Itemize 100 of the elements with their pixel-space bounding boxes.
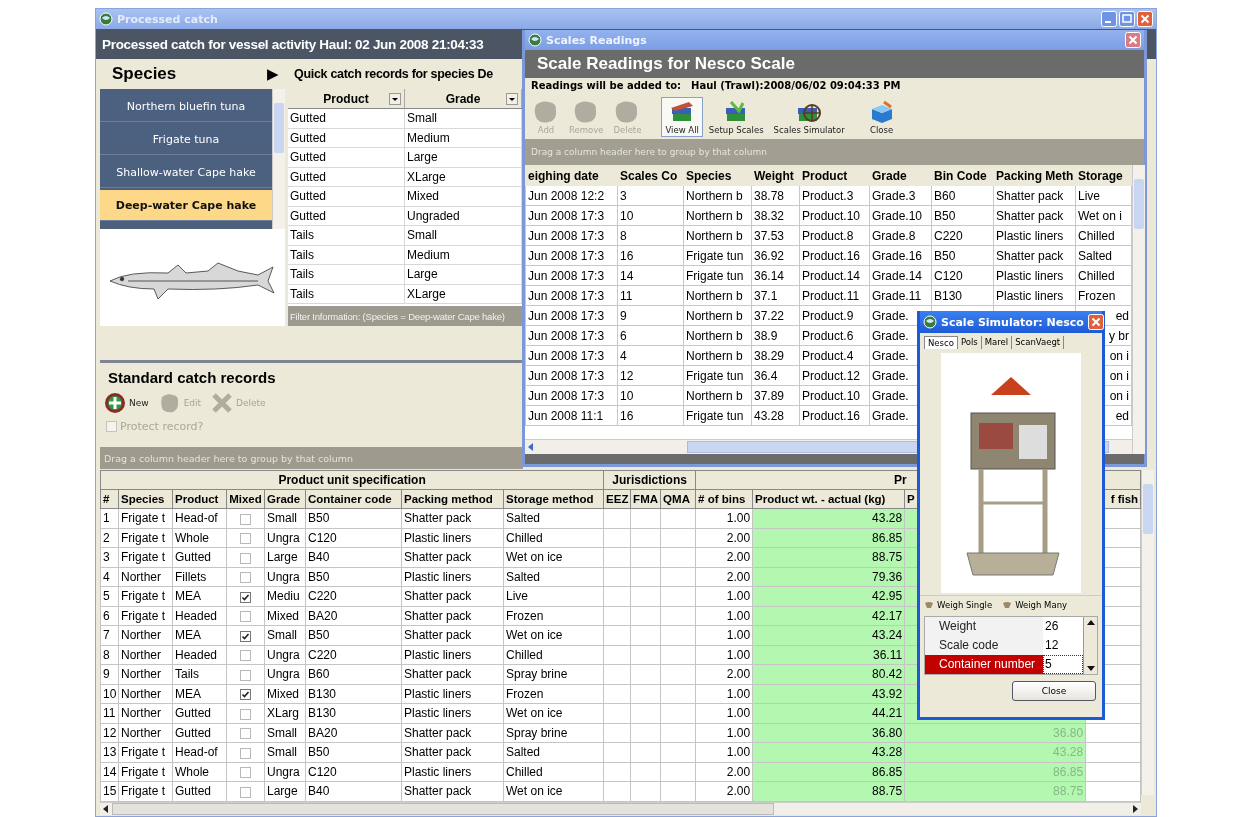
target-label: Readings will be added to: (531, 80, 682, 91)
column-header[interactable]: Product (288, 89, 405, 108)
table-cell: Chilled (1078, 268, 1115, 283)
checkbox[interactable] (240, 728, 251, 740)
table-cell: Northern b (686, 308, 743, 323)
table-cell: 1.00 (726, 686, 751, 701)
species-item[interactable]: Northern bluefin tuna (100, 91, 272, 122)
new-button[interactable]: New (104, 392, 149, 414)
table-cell: 43.28 (754, 408, 785, 423)
checkbox[interactable] (240, 767, 251, 779)
window-title: Scale Simulator: Nesco (941, 315, 1084, 329)
table-cell: Northern b (686, 208, 743, 223)
table-cell: Northern b (686, 388, 743, 403)
close-icon[interactable] (1125, 32, 1141, 48)
table-cell: Chilled (506, 647, 543, 662)
property-name[interactable]: Weight (925, 617, 1043, 636)
table-cell: 37.22 (754, 308, 785, 323)
table-cell: C120 (934, 268, 963, 283)
tab[interactable]: Pols (957, 336, 982, 349)
table-cell: Product.14 (802, 268, 861, 283)
checkbox[interactable] (240, 591, 251, 603)
table-cell: 14 (103, 764, 117, 779)
property-name[interactable]: Scale code (925, 636, 1043, 655)
checkbox[interactable] (240, 650, 251, 662)
table-cell: Wet on ice (506, 706, 563, 721)
window-title: Scales Readings (546, 33, 647, 47)
species-item[interactable]: Shallow-water Cape hake (100, 157, 272, 188)
table-cell: B50 (308, 569, 330, 584)
property-value[interactable]: 5 (1043, 655, 1083, 674)
dropdown-icon[interactable] (506, 93, 518, 105)
table-cell: 10 (620, 208, 634, 223)
table-cell: Shatter pack (404, 725, 472, 740)
table-cell: Jun 2008 17:3 (528, 228, 605, 243)
close-icon[interactable] (1087, 314, 1104, 330)
table-cell: Frigate tun (686, 368, 744, 383)
checkbox[interactable] (240, 513, 251, 525)
table-cell: Frozen (506, 608, 544, 623)
table-cell: Product.4 (802, 348, 854, 363)
scrollbar[interactable] (272, 89, 285, 229)
table-cell: 10 (103, 686, 117, 701)
table-cell: Jun 2008 17:3 (528, 308, 605, 323)
table-cell: Norther (121, 569, 161, 584)
table-cell: 3 (103, 550, 110, 565)
table-cell: Product.11 (802, 288, 860, 303)
scroll-right-icon[interactable] (1131, 804, 1140, 813)
scroll-down-icon[interactable] (1086, 664, 1095, 672)
close-button[interactable]: Close (1012, 681, 1096, 701)
table-cell: 7 (103, 628, 110, 643)
tab[interactable]: Marel (981, 336, 1013, 349)
tab[interactable]: Nesco (924, 336, 958, 349)
table-cell: Salted (506, 569, 541, 584)
table-cell: MEA (175, 589, 201, 604)
expand-arrow[interactable]: ▶ (267, 65, 279, 83)
checkbox[interactable] (240, 630, 251, 642)
table-cell: 38.78 (754, 188, 785, 203)
checkbox[interactable] (240, 533, 251, 545)
column-header[interactable]: P (907, 493, 915, 505)
species-item[interactable]: Frigate tuna (100, 124, 272, 155)
table-cell: Ungra (267, 569, 300, 584)
table-cell: C220 (308, 647, 337, 662)
table-cell: Northern b (686, 188, 743, 203)
view-button[interactable]: View All (661, 97, 703, 137)
species-item[interactable]: Deep-water Cape hake (100, 190, 272, 221)
tab[interactable]: ScanVaegt (1012, 336, 1065, 349)
table-cell: Live (1078, 188, 1100, 203)
checkbox[interactable] (240, 786, 251, 798)
weigh-option[interactable]: Weigh Single (924, 600, 993, 610)
table-cell: Plastic liners (996, 228, 1064, 243)
scrollbar[interactable] (1132, 165, 1145, 454)
table-cell: Fillets (175, 569, 207, 584)
table-cell: MEA (175, 686, 201, 701)
table-cell: MEA (175, 628, 201, 643)
scrollbar[interactable] (1083, 617, 1097, 674)
table-cell: Tails (288, 284, 405, 303)
table-cell: Shatter pack (996, 188, 1064, 203)
property-name[interactable]: Container number (925, 655, 1043, 674)
table-cell: Frigate t (121, 608, 165, 623)
checkbox[interactable] (240, 689, 251, 701)
checkbox[interactable] (240, 552, 251, 564)
table-cell: Chilled (1078, 228, 1115, 243)
scrollbar[interactable] (1141, 470, 1155, 795)
table-cell: Gutted (175, 706, 212, 721)
checkbox[interactable] (240, 611, 251, 623)
dropdown-icon[interactable] (389, 93, 401, 105)
checkbox[interactable] (240, 747, 251, 759)
table-cell: Product.16 (802, 248, 861, 263)
close-button[interactable]: Close (864, 97, 899, 137)
table-cell: 37.1 (754, 288, 778, 303)
scroll-up-icon[interactable] (1086, 619, 1095, 627)
property-value[interactable]: 26 (1043, 617, 1083, 636)
checkbox[interactable] (240, 669, 251, 681)
checkbox[interactable] (240, 572, 251, 584)
setup-button[interactable]: Setup Scales (704, 97, 768, 137)
checkbox[interactable] (240, 708, 251, 720)
scroll-left-icon[interactable] (102, 804, 110, 813)
simulator-button[interactable]: Scales Simulator (769, 97, 849, 137)
table-cell: 1.00 (726, 608, 751, 623)
weigh-option[interactable]: Weigh Many (1002, 600, 1068, 610)
table-cell: Small (267, 745, 297, 760)
property-value[interactable]: 12 (1043, 636, 1083, 655)
